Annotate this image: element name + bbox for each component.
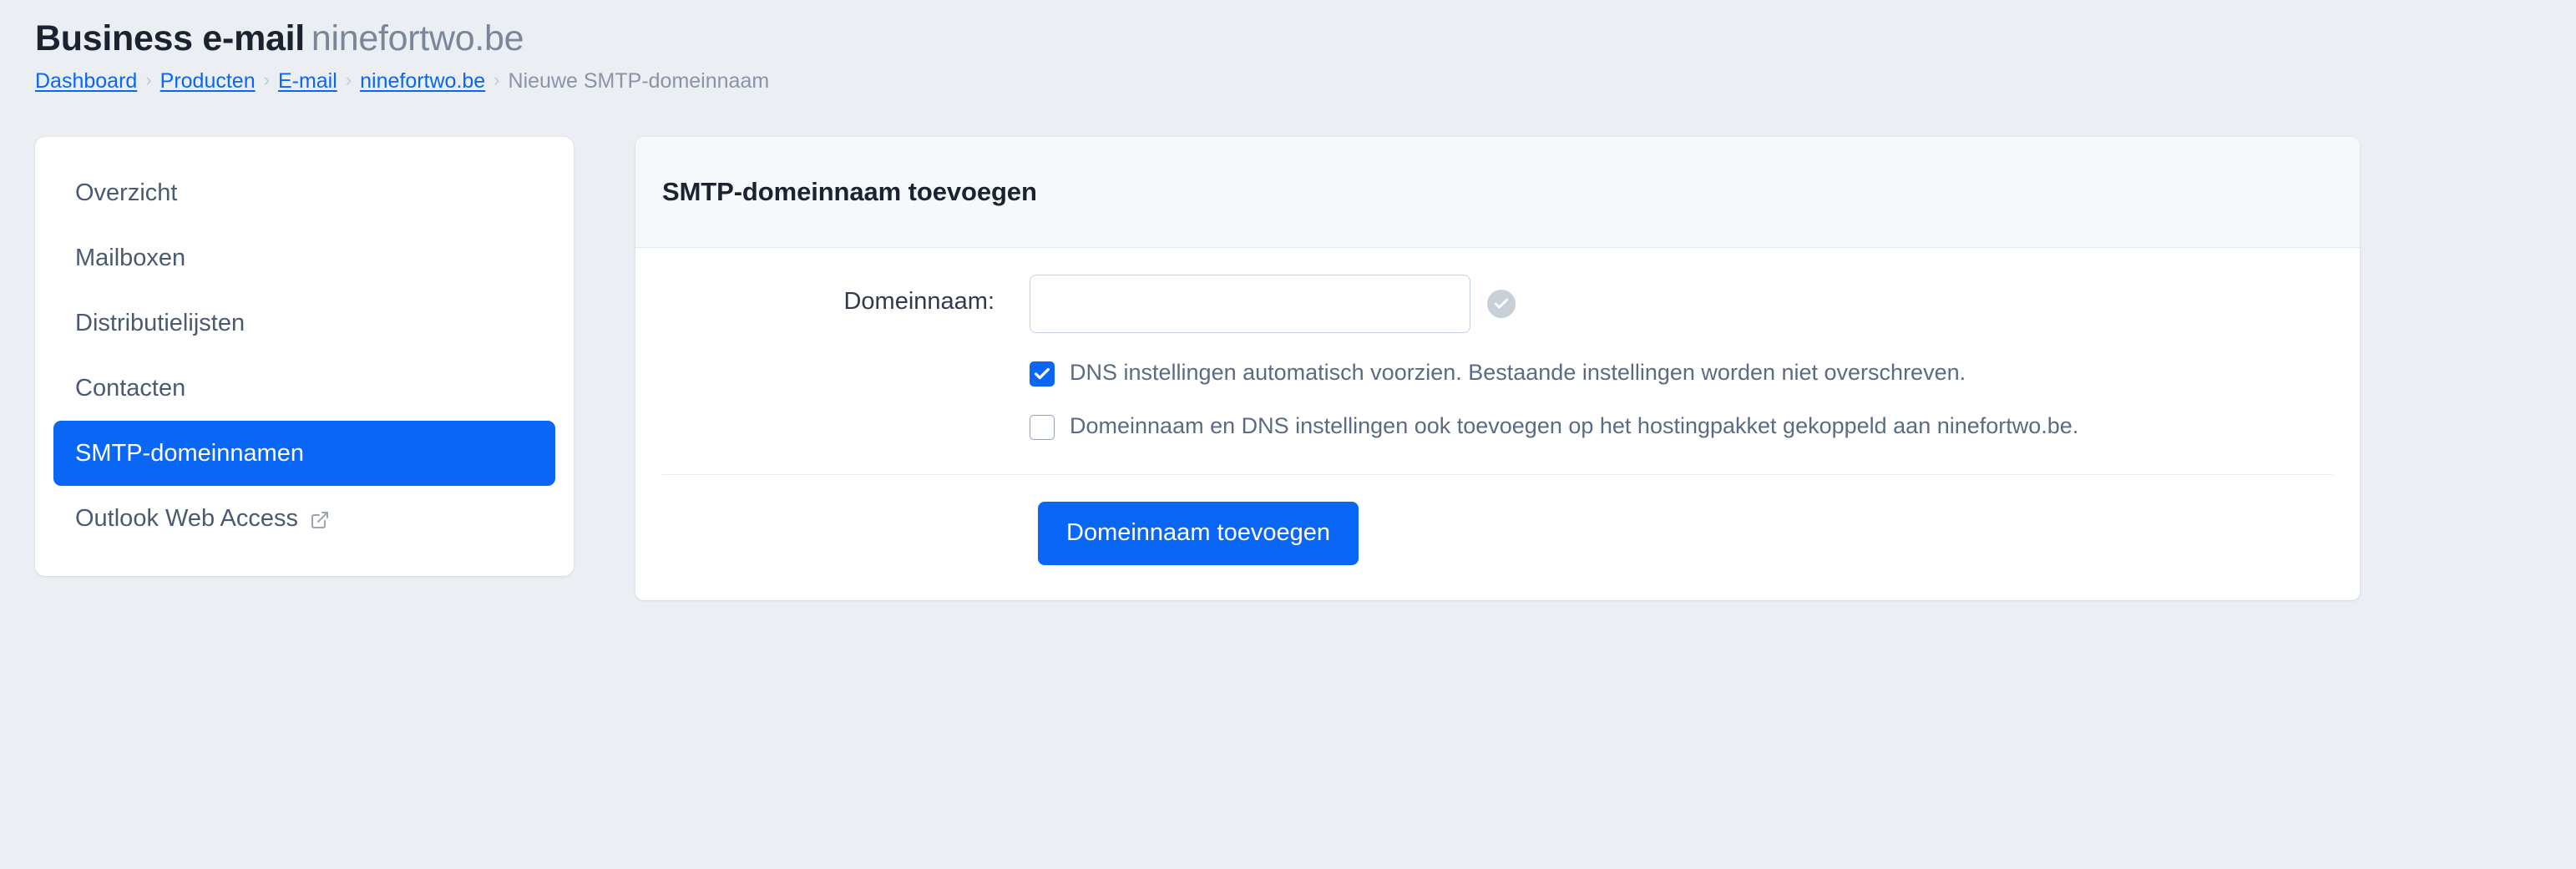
sidebar-item-smtp-domeinnamen[interactable]: SMTP-domeinnamen bbox=[53, 421, 555, 486]
page-header: Business e-mailninefortwo.be Dashboard ›… bbox=[0, 0, 2576, 93]
hosting-package-checkbox[interactable] bbox=[1030, 415, 1055, 440]
sidebar-item-label: Outlook Web Access bbox=[75, 505, 298, 533]
breadcrumb-separator-icon: › bbox=[264, 69, 270, 91]
breadcrumb-item-current: Nieuwe SMTP-domeinnaam bbox=[509, 68, 770, 93]
domain-field-row: Domeinnaam: bbox=[635, 275, 2360, 442]
sidebar-item-contacten[interactable]: Contacten bbox=[53, 356, 555, 421]
check-circle-icon bbox=[1487, 290, 1516, 318]
breadcrumb-item-dashboard[interactable]: Dashboard bbox=[35, 68, 137, 93]
breadcrumb-separator-icon: › bbox=[145, 69, 151, 91]
breadcrumb-item-producten[interactable]: Producten bbox=[160, 68, 256, 93]
content-area: Overzicht Mailboxen Distributielijsten C… bbox=[0, 93, 2576, 600]
external-link-icon bbox=[310, 510, 330, 530]
breadcrumb-item-email[interactable]: E-mail bbox=[278, 68, 337, 93]
card-actions-inner: Domeinnaam toevoegen bbox=[1030, 502, 1359, 565]
sidebar-item-label: Distributielijsten bbox=[75, 310, 245, 337]
card-title: SMTP-domeinnaam toevoegen bbox=[662, 177, 1037, 207]
page-title-main: Business e-mail bbox=[35, 18, 305, 58]
dns-auto-checkbox-label[interactable]: DNS instellingen automatisch voorzien. B… bbox=[1070, 356, 1966, 388]
dns-auto-checkbox[interactable] bbox=[1030, 361, 1055, 387]
add-domain-button[interactable]: Domeinnaam toevoegen bbox=[1038, 502, 1359, 565]
card-body: Domeinnaam: bbox=[635, 248, 2360, 600]
hosting-package-checkbox-row[interactable]: Domeinnaam en DNS instellingen ook toevo… bbox=[1030, 410, 2282, 442]
domain-field-control: DNS instellingen automatisch voorzien. B… bbox=[1030, 275, 2333, 442]
sidebar: Overzicht Mailboxen Distributielijsten C… bbox=[35, 137, 574, 576]
sidebar-item-overzicht[interactable]: Overzicht bbox=[53, 160, 555, 225]
breadcrumb-separator-icon: › bbox=[493, 69, 499, 91]
hosting-package-checkbox-label[interactable]: Domeinnaam en DNS instellingen ook toevo… bbox=[1070, 410, 2078, 442]
sidebar-item-mailboxen[interactable]: Mailboxen bbox=[53, 225, 555, 291]
sidebar-item-label: Mailboxen bbox=[75, 245, 185, 272]
breadcrumb: Dashboard › Producten › E-mail › ninefor… bbox=[35, 68, 2576, 93]
smtp-domain-card: SMTP-domeinnaam toevoegen Domeinnaam: bbox=[635, 137, 2360, 600]
breadcrumb-separator-icon: › bbox=[346, 69, 352, 91]
sidebar-item-outlook-web-access[interactable]: Outlook Web Access bbox=[53, 486, 555, 551]
sidebar-item-distributielijsten[interactable]: Distributielijsten bbox=[53, 291, 555, 356]
domain-label: Domeinnaam: bbox=[662, 275, 1030, 316]
card-header: SMTP-domeinnaam toevoegen bbox=[635, 137, 2360, 248]
sidebar-item-label: Overzicht bbox=[75, 179, 177, 207]
dns-auto-checkbox-row[interactable]: DNS instellingen automatisch voorzien. B… bbox=[1030, 356, 2282, 388]
breadcrumb-item-ninefortwo[interactable]: ninefortwo.be bbox=[360, 68, 485, 93]
domain-input[interactable] bbox=[1030, 275, 1470, 333]
page-title-domain: ninefortwo.be bbox=[311, 18, 524, 58]
sidebar-item-label: Contacten bbox=[75, 375, 185, 402]
card-actions: Domeinnaam toevoegen bbox=[635, 475, 2360, 600]
page-title: Business e-mailninefortwo.be bbox=[35, 18, 2576, 58]
domain-input-line bbox=[1030, 275, 2333, 333]
sidebar-item-label: SMTP-domeinnamen bbox=[75, 440, 304, 467]
